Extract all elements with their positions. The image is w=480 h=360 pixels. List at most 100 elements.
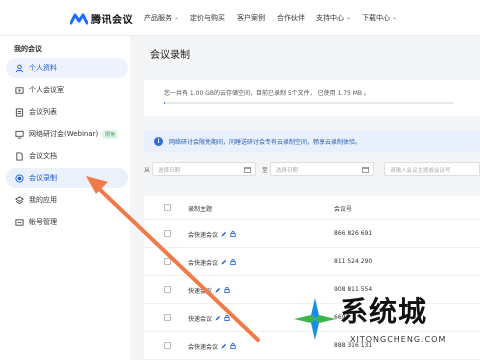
brand-logo[interactable]: 腾讯会议 — [70, 11, 133, 26]
start-date-placeholder: 选择日期 — [158, 168, 181, 174]
account-icon — [14, 217, 24, 227]
nav-item-support[interactable]: 支持中心 ⌄ — [316, 13, 351, 23]
lock-icon — [224, 286, 230, 295]
row-subject-text: 会快速会议 — [188, 232, 219, 239]
table-header: 录制主题 会议号 — [144, 196, 480, 220]
table-row[interactable]: 会快速会议 811 524 290 — [144, 248, 480, 276]
row-subject[interactable]: 会快速会议 — [188, 230, 236, 239]
lock-icon — [230, 258, 236, 267]
sidebar-item-label: 个人资料 — [29, 64, 57, 72]
sidebar-item-label: 会议文档 — [29, 152, 57, 160]
row-subject[interactable]: 会快速会议 — [188, 342, 236, 351]
end-date-placeholder: 选择日期 — [276, 168, 299, 174]
top-nav: 腾讯会议 产品服务 ⌄ 定价与购买 客户案例 合作伙伴 支持中心 ⌄ 下载中心 … — [0, 0, 480, 36]
row-subject-text: 快速会议 — [188, 316, 213, 323]
record-icon — [14, 173, 24, 183]
storage-quota-bar — [164, 102, 454, 104]
webinar-notice: i 网络研讨会限免期间，问睡送研讨会专有云录制空间，畅享云录制体验。 — [144, 130, 480, 152]
table-row[interactable]: 会快速会议 866 826 691 — [144, 220, 480, 248]
nav-item-label: 支持中心 — [316, 14, 344, 22]
search-input[interactable]: 请输入会议主题或会议号 — [384, 162, 480, 176]
lock-icon — [224, 314, 230, 323]
page-title: 会议录制 — [150, 50, 190, 61]
nav-item-downloads[interactable]: 下载中心 ⌄ — [362, 13, 397, 23]
meeting-room-icon — [14, 85, 24, 95]
lock-icon — [230, 230, 236, 239]
chevron-down-icon: ⌄ — [346, 14, 352, 21]
row-checkbox[interactable] — [164, 286, 171, 293]
to-label: 至 — [262, 167, 269, 174]
user-icon — [14, 63, 24, 73]
row-checkbox[interactable] — [164, 342, 171, 349]
row-subject-text: 会快速会议 — [188, 344, 219, 351]
edit-icon[interactable] — [221, 259, 227, 267]
edit-icon[interactable] — [215, 287, 221, 295]
sidebar-item-documents[interactable]: 会议文档 — [6, 146, 128, 166]
search-placeholder: 请输入会议主题或会议号 — [390, 168, 451, 174]
nav-item-label: 产品服务 — [144, 14, 172, 22]
watermark: 系统城 — [340, 290, 427, 330]
row-subject-text: 快速会议 — [188, 288, 213, 295]
document-icon — [14, 151, 24, 161]
list-icon — [14, 107, 24, 117]
filter-bar: 从 选择日期 至 选择日期 请输入会议主题或会议号 — [144, 162, 480, 180]
sidebar-item-label: 网络研讨会(Webinar) — [29, 130, 99, 138]
header-subject: 录制主题 — [188, 206, 213, 213]
nav-item-products[interactable]: 产品服务 ⌄ — [144, 13, 179, 23]
sidebar-item-label: 帐号管理 — [29, 218, 57, 226]
from-label: 从 — [144, 167, 151, 174]
lock-icon — [230, 342, 236, 351]
row-meeting-id: 811 524 290 — [334, 258, 373, 265]
select-all-checkbox[interactable] — [164, 204, 171, 211]
sidebar-item-label: 个人会议室 — [29, 86, 64, 94]
nav-item-label: 客户案例 — [237, 14, 265, 22]
nav-item-cases[interactable]: 客户案例 — [237, 13, 265, 23]
row-meeting-id: 866 826 691 — [334, 230, 373, 237]
end-date-input[interactable]: 选择日期 — [270, 162, 374, 176]
start-date-input[interactable]: 选择日期 — [152, 162, 256, 176]
nav-item-label: 定价与购买 — [190, 14, 225, 22]
edit-icon[interactable] — [221, 231, 227, 239]
sidebar-item-apps[interactable]: 我的应用 — [6, 190, 128, 210]
apps-icon — [14, 195, 24, 205]
info-icon: i — [154, 136, 163, 146]
free-badge: 限免 — [102, 129, 119, 139]
sidebar-item-label: 会议列表 — [29, 108, 57, 116]
chevron-down-icon: ⌄ — [174, 14, 180, 21]
sidebar-item-account[interactable]: 帐号管理 — [6, 212, 128, 232]
sidebar-item-personal-room[interactable]: 个人会议室 — [6, 80, 128, 100]
row-subject[interactable]: 快速会议 — [188, 286, 230, 295]
notice-text: 网络研讨会限免期间，问睡送研讨会专有云录制空间，畅享云录制体验。 — [169, 138, 362, 146]
storage-quota-card: 您一共有 1.00 GB的云存储空间，目前已录制 5个文件， 已使用 1.75 … — [144, 80, 480, 116]
row-subject-text: 会快速会议 — [188, 260, 219, 267]
brand-name: 腾讯会议 — [91, 15, 133, 26]
sidebar-item-label: 我的应用 — [29, 196, 57, 204]
chevron-down-icon: ⌄ — [392, 14, 398, 21]
calendar-icon — [362, 166, 369, 175]
nav-item-pricing[interactable]: 定价与购买 — [190, 13, 225, 23]
nav-item-partners[interactable]: 合作伙伴 — [277, 13, 305, 23]
nav-item-label: 合作伙伴 — [277, 14, 305, 22]
sidebar-item-profile[interactable]: 个人资料 — [6, 58, 128, 78]
sidebar: 我的会议 个人资料 个人会议室 会议列表 网络研讨会(Webinar) 限免 会… — [0, 36, 130, 360]
calendar-icon — [244, 166, 251, 175]
row-subject[interactable]: 会快速会议 — [188, 258, 236, 267]
sidebar-item-meeting-list[interactable]: 会议列表 — [6, 102, 128, 122]
tencent-meeting-logo-icon — [70, 13, 88, 25]
nav-item-label: 下载中心 — [362, 14, 390, 22]
header-meeting-id: 会议号 — [334, 206, 353, 213]
row-checkbox[interactable] — [164, 230, 171, 237]
watermark-logo-icon — [292, 296, 338, 346]
edit-icon[interactable] — [221, 343, 227, 351]
row-subject[interactable]: 快速会议 — [188, 314, 230, 323]
storage-quota-text: 您一共有 1.00 GB的云存储空间，目前已录制 5个文件， 已使用 1.75 … — [164, 90, 370, 97]
watermark-subtext: XITONGCHENG.COM — [350, 335, 447, 344]
monitor-icon — [14, 129, 24, 139]
row-checkbox[interactable] — [164, 258, 171, 265]
row-checkbox[interactable] — [164, 314, 171, 321]
sidebar-item-label: 会议录制 — [29, 174, 57, 182]
sidebar-item-recording[interactable]: 会议录制 — [6, 168, 128, 188]
watermark-text: 系统城 — [340, 295, 428, 328]
sidebar-item-webinar[interactable]: 网络研讨会(Webinar) 限免 — [6, 124, 128, 144]
edit-icon[interactable] — [215, 315, 221, 323]
